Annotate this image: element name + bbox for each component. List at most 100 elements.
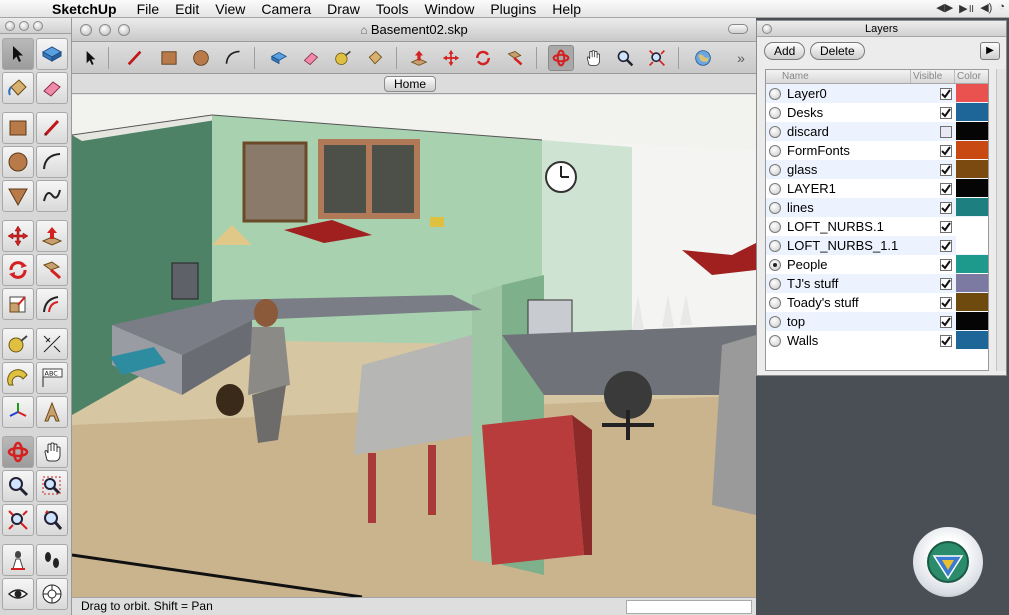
layer-row[interactable]: TJ's stuff <box>766 274 988 293</box>
layer-name[interactable]: Walls <box>781 333 911 348</box>
layer-row[interactable]: FormFonts <box>766 141 988 160</box>
arc-tool-icon[interactable] <box>36 146 68 178</box>
zoom-tool-icon[interactable] <box>2 470 34 502</box>
menu-tools[interactable]: Tools <box>368 0 417 18</box>
rotate-tool-icon[interactable] <box>2 254 34 286</box>
active-layer-radio[interactable] <box>769 201 781 214</box>
menu-file[interactable]: File <box>129 0 168 18</box>
layer-color-swatch[interactable] <box>956 331 988 349</box>
visibility-checkbox[interactable] <box>940 106 952 119</box>
column-visible[interactable]: Visible <box>910 70 954 83</box>
layer-color-swatch[interactable] <box>956 141 988 159</box>
section-plane-icon[interactable] <box>36 578 68 610</box>
layer-color-swatch[interactable] <box>956 255 988 273</box>
zoom-tool-icon[interactable] <box>612 45 638 71</box>
text-tool-icon[interactable]: ABC <box>36 362 68 394</box>
polygon-tool-icon[interactable] <box>2 180 34 212</box>
active-layer-radio[interactable] <box>769 239 781 252</box>
layer-color-swatch[interactable] <box>956 274 988 292</box>
delete-layer-button[interactable]: Delete <box>810 42 865 60</box>
layer-name[interactable]: LOFT_NURBS.1 <box>781 219 911 234</box>
paint-bucket-icon[interactable] <box>362 45 388 71</box>
follow-me-icon[interactable] <box>502 45 528 71</box>
make-component-icon[interactable] <box>36 38 68 70</box>
layers-close-button[interactable] <box>762 24 772 34</box>
layer-color-swatch[interactable] <box>956 293 988 311</box>
visibility-checkbox[interactable] <box>940 163 952 176</box>
app-menu[interactable]: SketchUp <box>44 0 129 18</box>
layer-name[interactable]: FormFonts <box>781 143 911 158</box>
active-layer-radio[interactable] <box>769 220 781 233</box>
menu-help[interactable]: Help <box>544 0 589 18</box>
make-component-icon[interactable] <box>266 45 292 71</box>
rectangle-tool-icon[interactable] <box>156 45 182 71</box>
playback-icon[interactable]: ▶॥ <box>959 1 974 16</box>
active-layer-radio[interactable] <box>769 144 781 157</box>
visibility-checkbox[interactable] <box>940 87 952 100</box>
menu-camera[interactable]: Camera <box>253 0 319 18</box>
palette-zoom-button[interactable] <box>33 20 43 31</box>
layer-name[interactable]: glass <box>781 162 911 177</box>
select-tool-icon[interactable] <box>78 45 104 71</box>
protractor-icon[interactable] <box>2 362 34 394</box>
layer-name[interactable]: TJ's stuff <box>781 276 911 291</box>
move-tool-icon[interactable] <box>2 220 34 252</box>
scale-tool-icon[interactable] <box>2 288 34 320</box>
follow-me-icon[interactable] <box>36 254 68 286</box>
menu-edit[interactable]: Edit <box>167 0 207 18</box>
circle-tool-icon[interactable] <box>2 146 34 178</box>
zoom-extents-icon[interactable] <box>2 504 34 536</box>
visibility-checkbox[interactable] <box>940 277 952 290</box>
visibility-checkbox[interactable] <box>940 239 952 252</box>
circle-tool-icon[interactable] <box>188 45 214 71</box>
layer-row[interactable]: Desks <box>766 103 988 122</box>
previous-view-icon[interactable] <box>36 504 68 536</box>
paint-bucket-icon[interactable] <box>2 72 34 104</box>
active-layer-radio[interactable] <box>769 125 781 138</box>
time-machine-icon[interactable]: ◔ <box>998 1 1005 16</box>
layer-row[interactable]: LOFT_NURBS.1 <box>766 217 988 236</box>
layer-name[interactable]: People <box>781 257 911 272</box>
menu-draw[interactable]: Draw <box>319 0 368 18</box>
layer-color-swatch[interactable] <box>956 236 988 254</box>
pan-tool-icon[interactable] <box>36 436 68 468</box>
freehand-tool-icon[interactable] <box>36 180 68 212</box>
active-layer-radio[interactable] <box>769 315 781 328</box>
layer-row[interactable]: Walls <box>766 331 988 350</box>
zoom-extents-icon[interactable] <box>644 45 670 71</box>
layer-name[interactable]: LAYER1 <box>781 181 911 196</box>
layer-row[interactable]: lines <box>766 198 988 217</box>
move-tool-icon[interactable] <box>438 45 464 71</box>
layer-color-swatch[interactable] <box>956 84 988 102</box>
tape-measure-icon[interactable] <box>2 328 34 360</box>
layer-color-swatch[interactable] <box>956 179 988 197</box>
layer-row[interactable]: Layer0 <box>766 84 988 103</box>
layer-color-swatch[interactable] <box>956 122 988 140</box>
layer-name[interactable]: Layer0 <box>781 86 911 101</box>
line-tool-icon[interactable] <box>36 112 68 144</box>
zoom-window-icon[interactable] <box>36 470 68 502</box>
details-arrow-icon[interactable]: ▶ <box>980 42 1000 60</box>
layer-name[interactable]: top <box>781 314 911 329</box>
visibility-checkbox[interactable] <box>940 144 952 157</box>
volume-icon[interactable]: ◀) <box>980 1 992 16</box>
active-layer-radio[interactable] <box>769 296 781 309</box>
layers-scrollbar[interactable] <box>996 69 1006 371</box>
menu-plugins[interactable]: Plugins <box>482 0 544 18</box>
active-layer-radio[interactable] <box>769 258 781 271</box>
axes-tool-icon[interactable] <box>2 396 34 428</box>
visibility-checkbox[interactable] <box>940 334 952 347</box>
layer-row[interactable]: glass <box>766 160 988 179</box>
tape-measure-icon[interactable] <box>330 45 356 71</box>
model-viewport[interactable] <box>72 95 756 597</box>
layer-name[interactable]: Toady's stuff <box>781 295 911 310</box>
active-layer-radio[interactable] <box>769 106 781 119</box>
layer-name[interactable]: discard <box>781 124 911 139</box>
layer-color-swatch[interactable] <box>956 198 988 216</box>
eraser-icon[interactable] <box>298 45 324 71</box>
active-layer-radio[interactable] <box>769 334 781 347</box>
visibility-checkbox[interactable] <box>940 201 952 214</box>
layer-name[interactable]: LOFT_NURBS_1.1 <box>781 238 911 253</box>
visibility-checkbox[interactable] <box>940 220 952 233</box>
layer-color-swatch[interactable] <box>956 160 988 178</box>
